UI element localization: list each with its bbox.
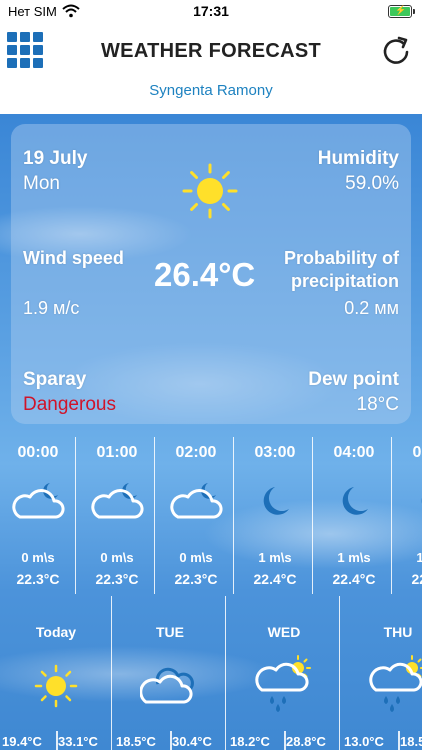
cloud-moon-icon [91,483,144,519]
day-min-temperature: 13.0°C [344,734,384,749]
hour-time: 03:00 [254,444,296,461]
daily-item[interactable]: THU 13.0°C 18.5°C [342,596,422,750]
dew-point-value: 18°C [356,394,399,415]
spray-status: Dangerous [23,394,116,415]
day-min-temperature: 18.2°C [230,734,270,749]
hourly-item[interactable]: 01:00 0 m\s 22.3°C [79,437,155,594]
hour-temperature: 22.3°C [174,571,218,587]
location-subtitle[interactable]: Syngenta Ramony [0,82,422,99]
hourly-forecast[interactable]: 00:00 0 m\s 22.3°C 01:00 0 m\s 22.3°C 02… [0,437,422,594]
hour-wind: 0 m\s [179,550,213,565]
battery-icon [388,5,415,18]
precipitation-label-line2: precipitation [290,271,399,291]
hourly-item[interactable]: 02:00 0 m\s 22.3°C [158,437,234,594]
refresh-icon[interactable] [380,34,412,66]
day-min-temperature: 18.5°C [116,734,156,749]
hour-temperature: 22.3°C [16,571,60,587]
dew-point-label: Dew point [308,369,399,390]
precipitation-value: 0.2 мм [344,298,399,318]
day-max-temperature: 33.1°C [58,734,98,749]
day-max-temperature: 28.8°C [286,734,326,749]
hour-temperature: 22.4°C [253,571,297,587]
day-name: Today [35,624,77,640]
current-weekday: Mon [23,173,60,194]
hourly-item[interactable]: 04:00 1 m\s 22.4°C [316,437,392,594]
spray-label: Sparay [23,369,87,390]
precipitation-label-line1: Probability of [283,248,399,268]
hour-time: 00:00 [17,444,59,461]
daily-forecast[interactable]: Today 19.4°C 33.1°C TUE 18.5°C 30.4°C WE… [0,596,422,750]
sun-cloud-rain-icon [255,655,311,712]
hourly-item[interactable]: 03:00 1 m\s 22.4°C [237,437,313,594]
status-bar: Нет SIM 17:31 [0,0,422,24]
hour-temperature: 22.4°C [332,571,376,587]
current-temperature: 26.4°C [154,256,256,293]
daily-item[interactable]: TUE 18.5°C 30.4°C [114,596,226,750]
current-weather-card: 19 July Mon Humidity 59.0% Wind speed 1.… [11,124,411,424]
clock: 17:31 [193,3,229,19]
current-date: 19 July [23,148,88,169]
wind-speed-value: 1.9 м/с [23,298,80,318]
hour-wind: 1 m\s [258,550,292,565]
cloud-moon-icon [12,483,65,519]
moon-icon [263,487,289,515]
day-name: TUE [156,624,184,640]
sun-icon [182,163,238,219]
hour-time: 04:00 [333,444,375,461]
day-max-temperature: 30.4°C [172,734,212,749]
hour-wind: 1 m\s [416,550,422,565]
hourly-item[interactable]: 05:00 1 m\s 22.4°C [395,437,422,594]
app-header: WEATHER FORECAST Syngenta Ramony [0,24,422,114]
sun-icon [34,664,78,708]
daily-item[interactable]: Today 19.4°C 33.1°C [0,596,112,750]
hour-temperature: 22.4°C [411,571,422,587]
hour-time: 05:00 [412,444,422,461]
day-max-temperature: 18.5°C [400,734,422,749]
page-title: WEATHER FORECAST [101,40,321,62]
hour-wind: 0 m\s [21,550,55,565]
cloud-icon [140,667,194,704]
sun-cloud-rain-icon [369,655,422,712]
hour-wind: 1 m\s [337,550,371,565]
humidity-value: 59.0% [345,173,399,194]
hour-time: 01:00 [96,444,138,461]
hour-time: 02:00 [175,444,217,461]
hour-wind: 0 m\s [100,550,134,565]
moon-icon [421,498,422,504]
day-min-temperature: 19.4°C [2,734,42,749]
moon-icon [342,487,368,515]
hourly-item[interactable]: 00:00 0 m\s 22.3°C [0,437,76,594]
daily-item[interactable]: WED 18.2°C 28.8°C [228,596,340,750]
day-name: THU [383,624,413,640]
hour-temperature: 22.3°C [95,571,139,587]
day-name: WED [267,624,301,640]
humidity-label: Humidity [317,148,399,169]
cloud-moon-icon [170,483,223,519]
wind-speed-label: Wind speed [23,248,124,268]
